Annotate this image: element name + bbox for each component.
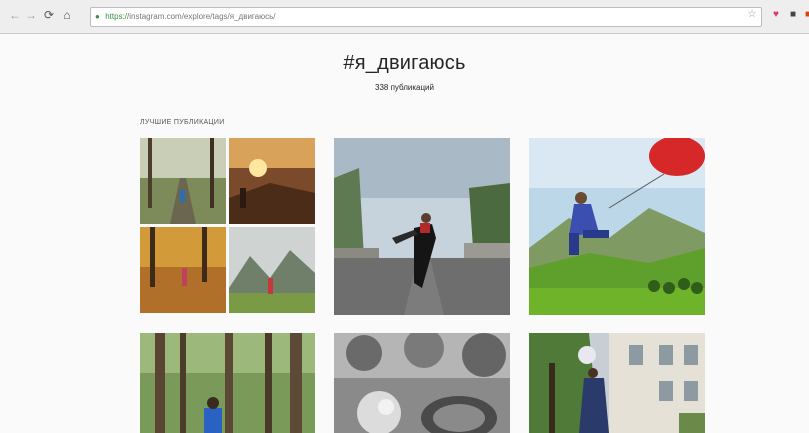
shield-icon[interactable]: ■ [787, 9, 799, 21]
post-count: 338 публикаций [375, 83, 434, 92]
browser-toolbar: ← → ⟳ ⌂ ● https://instagram.com/explore/… [0, 0, 809, 34]
post-balloon[interactable] [529, 138, 705, 315]
star-icon[interactable]: ☆ [746, 9, 758, 21]
post-dancer[interactable] [334, 138, 510, 315]
extension-icon[interactable]: ■ [802, 9, 809, 21]
post-bw-garden[interactable] [334, 333, 510, 433]
lock-icon: ● [95, 12, 100, 21]
url-scheme: https:// [105, 12, 130, 21]
back-icon[interactable]: ← [8, 8, 22, 22]
post-flowers[interactable] [529, 333, 705, 433]
post-collage[interactable] [140, 138, 315, 313]
section-label: ЛУЧШИЕ ПУБЛИКАЦИИ [140, 119, 225, 126]
address-bar[interactable]: ● https://instagram.com/explore/tags/я_д… [90, 7, 762, 27]
pocket-icon[interactable]: ♥ [770, 9, 782, 21]
reload-icon[interactable]: ⟳ [42, 8, 56, 22]
page-title: #я_двигаюсь [343, 52, 466, 74]
home-icon[interactable]: ⌂ [60, 8, 74, 22]
post-forest[interactable] [140, 333, 315, 433]
url-path: instagram.com/explore/tags/я_двигаюсь/ [129, 12, 276, 21]
instagram-page: #я_двигаюсь 338 публикаций ЛУЧШИЕ ПУБЛИК… [0, 34, 809, 433]
forward-icon[interactable]: → [24, 8, 38, 22]
